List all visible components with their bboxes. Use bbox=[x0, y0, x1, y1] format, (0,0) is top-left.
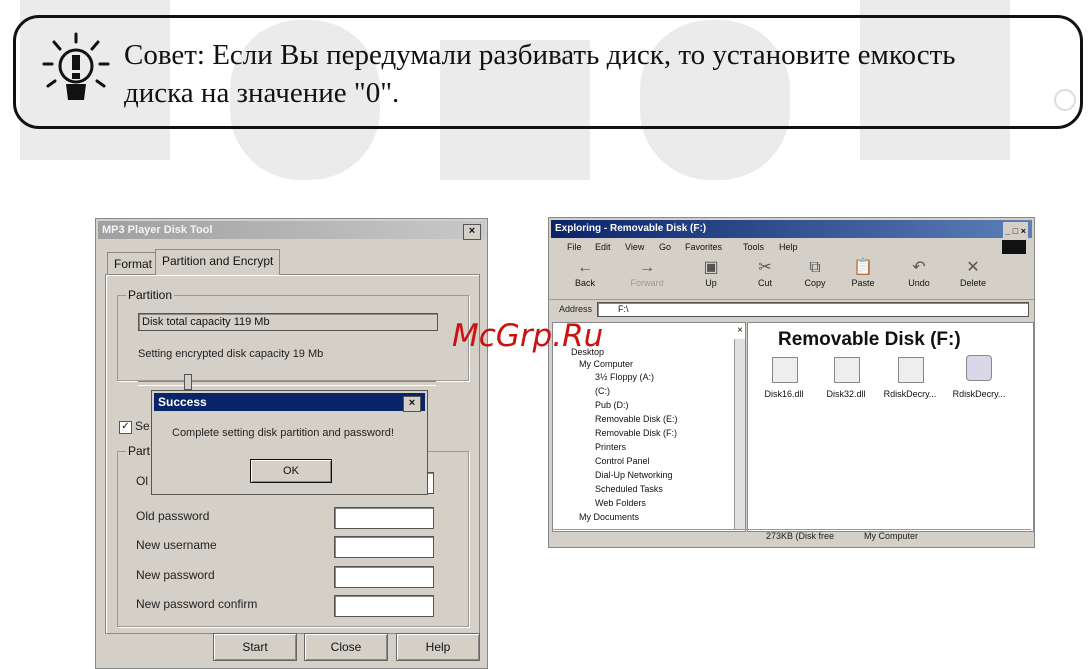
status-zone: My Computer bbox=[864, 531, 919, 541]
file-name[interactable]: RdiskDecry... bbox=[875, 389, 945, 399]
tree-item[interactable]: Scheduled Tasks bbox=[595, 484, 663, 494]
success-title: Success bbox=[158, 395, 207, 409]
ok-button[interactable]: OK bbox=[250, 459, 332, 483]
address-field[interactable]: F:\ bbox=[597, 302, 1029, 317]
folder-heading: Removable Disk (F:) bbox=[778, 329, 961, 350]
tree-item[interactable]: 3½ Floppy (A:) bbox=[595, 372, 654, 382]
tree-item[interactable]: (C:) bbox=[595, 386, 610, 396]
close-pane-icon[interactable]: × bbox=[737, 325, 743, 336]
forward-arrow-icon: → bbox=[639, 259, 655, 276]
back-button[interactable]: ← Back bbox=[567, 258, 603, 296]
menu-file[interactable]: File bbox=[567, 242, 582, 252]
menu-tools[interactable]: Tools bbox=[743, 242, 764, 252]
dll-file-icon[interactable] bbox=[772, 357, 798, 383]
menu-view[interactable]: View bbox=[625, 242, 644, 252]
tip-text: Совет: Если Вы передумали разбивать диск… bbox=[124, 36, 1074, 112]
new-username-field[interactable] bbox=[334, 536, 434, 558]
watermark-overlay-text: McGrp.Ru bbox=[452, 318, 604, 354]
undo-button[interactable]: ↶ Undo bbox=[901, 258, 937, 296]
disk-tool-title: MP3 Player Disk Tool bbox=[102, 224, 213, 236]
app-file-icon[interactable] bbox=[966, 355, 992, 381]
copy-button[interactable]: ⧉ Copy bbox=[797, 258, 833, 296]
capacity-slider-track[interactable] bbox=[138, 381, 436, 386]
dll-file-icon[interactable] bbox=[834, 357, 860, 383]
old-password-label: Old password bbox=[136, 509, 210, 523]
total-capacity-field: Disk total capacity 119 Mb bbox=[138, 313, 438, 331]
file-pane: Removable Disk (F:) Disk16.dll Disk32.dl… bbox=[747, 322, 1034, 532]
tree-item[interactable]: Printers bbox=[595, 442, 626, 452]
explorer-window: Exploring - Removable Disk (F:) _ □ × Fi… bbox=[548, 217, 1035, 548]
cut-button[interactable]: ✂ Cut bbox=[747, 258, 783, 296]
menu-favorites[interactable]: Favorites bbox=[685, 242, 722, 252]
encrypt-checkbox[interactable]: ✓ bbox=[119, 421, 132, 434]
paste-icon: 📋 bbox=[853, 259, 873, 276]
up-folder-icon: ▣ bbox=[703, 259, 719, 276]
disk-tool-titlebar: MP3 Player Disk Tool × bbox=[98, 221, 485, 240]
success-titlebar: Success × bbox=[154, 393, 425, 412]
menu-go[interactable]: Go bbox=[659, 242, 671, 252]
partition-group-label: Partition bbox=[126, 288, 175, 302]
close-icon[interactable]: × bbox=[463, 224, 481, 240]
menu-edit[interactable]: Edit bbox=[595, 242, 611, 252]
copy-icon: ⧉ bbox=[809, 259, 821, 276]
divider bbox=[549, 299, 1034, 300]
tree-item[interactable]: Pub (D:) bbox=[595, 400, 629, 410]
lightbulb-icon bbox=[42, 32, 110, 100]
explorer-title: Exploring - Removable Disk (F:) bbox=[555, 223, 707, 234]
paste-button[interactable]: 📋 Paste bbox=[845, 258, 881, 296]
start-button[interactable]: Start bbox=[213, 633, 297, 661]
tree-item[interactable]: Removable Disk (F:) bbox=[595, 428, 677, 438]
delete-button[interactable]: ✕ Delete bbox=[955, 258, 991, 296]
success-dialog: Success × Complete setting disk partitio… bbox=[151, 390, 428, 495]
new-password-confirm-field[interactable] bbox=[334, 595, 434, 617]
tree-item[interactable]: Web Folders bbox=[595, 498, 646, 508]
help-button[interactable]: Help bbox=[396, 633, 480, 661]
new-username-label: New username bbox=[136, 538, 217, 552]
app-file-icon[interactable] bbox=[898, 357, 924, 383]
explorer-titlebar: Exploring - Removable Disk (F:) _ □ × bbox=[551, 220, 1032, 240]
tree-item[interactable]: Control Panel bbox=[595, 456, 650, 466]
tree-item[interactable]: My Computer bbox=[579, 359, 633, 369]
status-text: 273KB (Disk free bbox=[766, 531, 835, 541]
window-controls[interactable]: _ □ × bbox=[1003, 222, 1028, 240]
encrypted-capacity-label: Setting encrypted disk capacity 19 Mb bbox=[138, 348, 324, 360]
old-password-field[interactable] bbox=[334, 507, 434, 529]
tab-format[interactable]: Format bbox=[107, 252, 160, 274]
partition-group: Partition Disk total capacity 119 Mb Set… bbox=[117, 288, 469, 390]
tip-box: Совет: Если Вы передумали разбивать диск… bbox=[13, 15, 1083, 129]
back-arrow-icon: ← bbox=[577, 259, 593, 276]
scissors-icon: ✂ bbox=[758, 259, 772, 276]
new-password-label: New password bbox=[136, 568, 215, 582]
address-label: Address bbox=[559, 304, 593, 314]
old-username-label: Ol bbox=[136, 474, 148, 488]
up-button[interactable]: ▣ Up bbox=[693, 258, 729, 296]
tree-item[interactable]: Dial-Up Networking bbox=[595, 470, 673, 480]
menu-help[interactable]: Help bbox=[779, 242, 798, 252]
file-name[interactable]: Disk32.dll bbox=[811, 389, 881, 399]
status-bar: 273KB (Disk free My Computer bbox=[552, 529, 1031, 544]
windows-logo-icon bbox=[1002, 240, 1026, 254]
close-icon[interactable]: × bbox=[403, 396, 421, 412]
file-name[interactable]: RdiskDecry... bbox=[944, 389, 1014, 399]
success-message: Complete setting disk partition and pass… bbox=[172, 427, 394, 439]
capacity-slider-thumb[interactable] bbox=[184, 374, 192, 390]
new-password-confirm-label: New password confirm bbox=[136, 597, 258, 611]
forward-button[interactable]: → Forward bbox=[629, 258, 665, 296]
tree-item[interactable]: Removable Disk (E:) bbox=[595, 414, 678, 424]
tip-line-2: диска на значение "0". bbox=[124, 77, 400, 109]
close-button[interactable]: Close bbox=[304, 633, 388, 661]
file-name[interactable]: Disk16.dll bbox=[749, 389, 819, 399]
new-password-field[interactable] bbox=[334, 566, 434, 588]
tree-scrollbar[interactable] bbox=[734, 339, 745, 529]
delete-x-icon: ✕ bbox=[966, 259, 980, 276]
tree-item[interactable]: My Documents bbox=[579, 512, 639, 522]
encrypt-checkbox-label: Se bbox=[135, 419, 150, 433]
password-group-label: Part bbox=[126, 444, 153, 458]
tip-line-1: Совет: Если Вы передумали разбивать диск… bbox=[124, 39, 956, 71]
undo-icon: ↶ bbox=[912, 259, 926, 276]
tab-partition-encrypt[interactable]: Partition and Encrypt bbox=[155, 249, 281, 275]
